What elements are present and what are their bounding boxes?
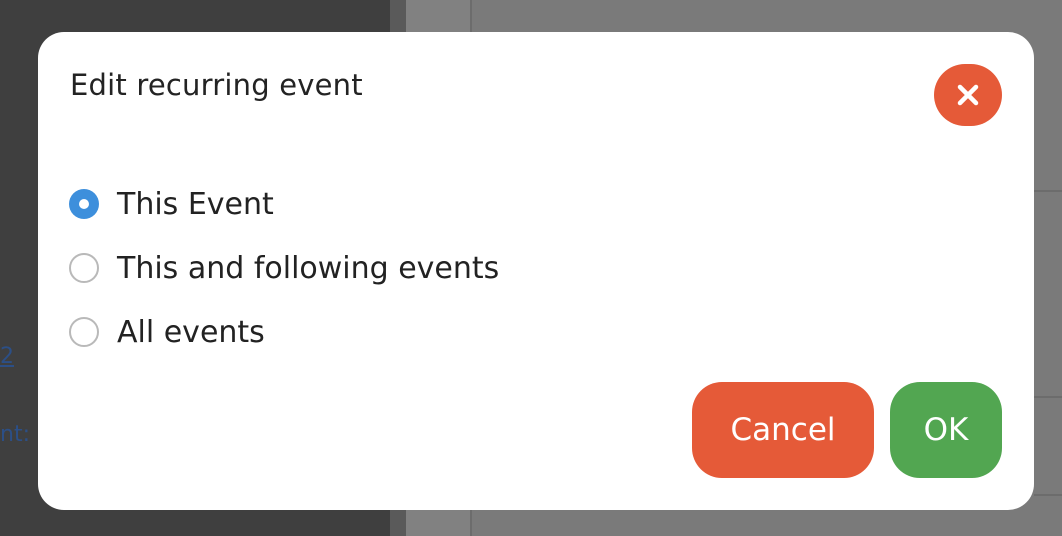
option-this-and-following-events[interactable]: This and following events xyxy=(69,236,499,300)
radio-this-and-following-events[interactable] xyxy=(69,253,99,283)
background-label-fragment: nt: xyxy=(0,422,30,447)
dialog-title: Edit recurring event xyxy=(70,68,363,102)
option-label: All events xyxy=(117,314,265,350)
recurrence-options: This Event This and following events All… xyxy=(69,172,499,364)
cancel-button[interactable]: Cancel xyxy=(692,382,874,478)
background-link-fragment: 2 xyxy=(0,344,14,369)
option-label: This Event xyxy=(117,186,274,222)
background-grid-line xyxy=(1034,190,1062,192)
option-all-events[interactable]: All events xyxy=(69,300,499,364)
option-this-event[interactable]: This Event xyxy=(69,172,499,236)
radio-this-event[interactable] xyxy=(69,189,99,219)
radio-all-events[interactable] xyxy=(69,317,99,347)
background-grid-line xyxy=(1034,396,1062,398)
close-button[interactable] xyxy=(934,64,1002,126)
option-label: This and following events xyxy=(117,250,500,286)
ok-button[interactable]: OK xyxy=(890,382,1002,478)
close-icon xyxy=(957,84,979,106)
edit-recurring-event-dialog: Edit recurring event This Event This and… xyxy=(38,32,1034,510)
background-grid-line xyxy=(1034,494,1062,496)
